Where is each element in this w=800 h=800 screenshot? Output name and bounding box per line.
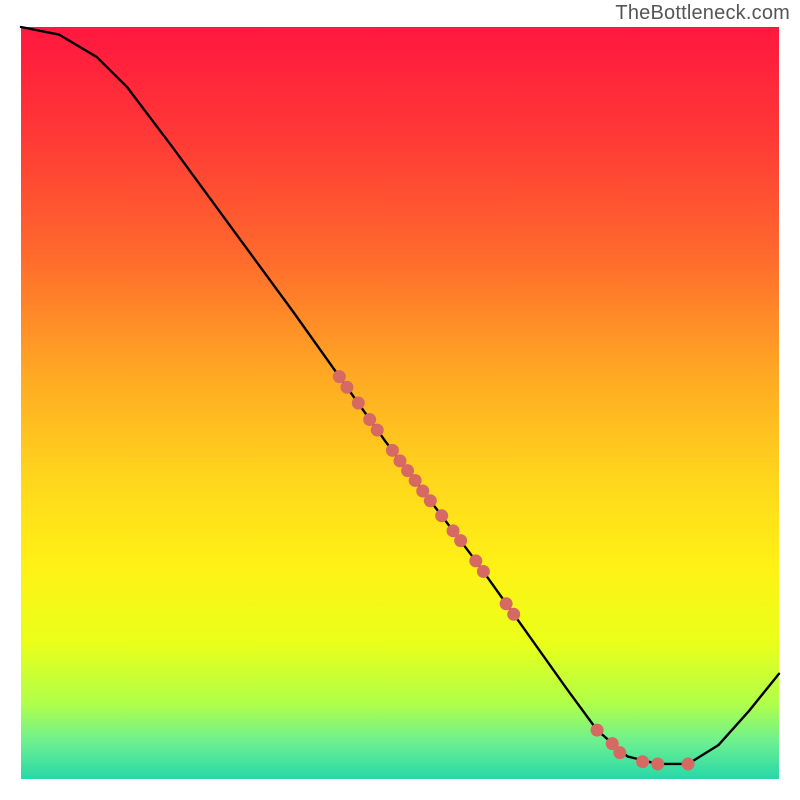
- data-point: [636, 755, 649, 768]
- data-point: [454, 534, 467, 547]
- data-point: [435, 509, 448, 522]
- data-point: [424, 494, 437, 507]
- data-point: [613, 746, 626, 759]
- data-point: [469, 554, 482, 567]
- data-point: [651, 757, 664, 770]
- data-point: [363, 413, 376, 426]
- attribution-text: TheBottleneck.com: [615, 2, 790, 25]
- chart-container: { "attribution": "TheBottleneck.com", "c…: [0, 0, 800, 800]
- data-point: [591, 724, 604, 737]
- data-point: [477, 565, 490, 578]
- data-point: [682, 757, 695, 770]
- bottleneck-chart: [0, 0, 800, 800]
- data-point: [352, 397, 365, 410]
- data-point: [409, 474, 422, 487]
- data-point: [371, 424, 384, 437]
- data-point: [333, 370, 346, 383]
- data-point: [340, 381, 353, 394]
- data-point: [507, 608, 520, 621]
- data-point: [386, 444, 399, 457]
- data-point: [500, 597, 513, 610]
